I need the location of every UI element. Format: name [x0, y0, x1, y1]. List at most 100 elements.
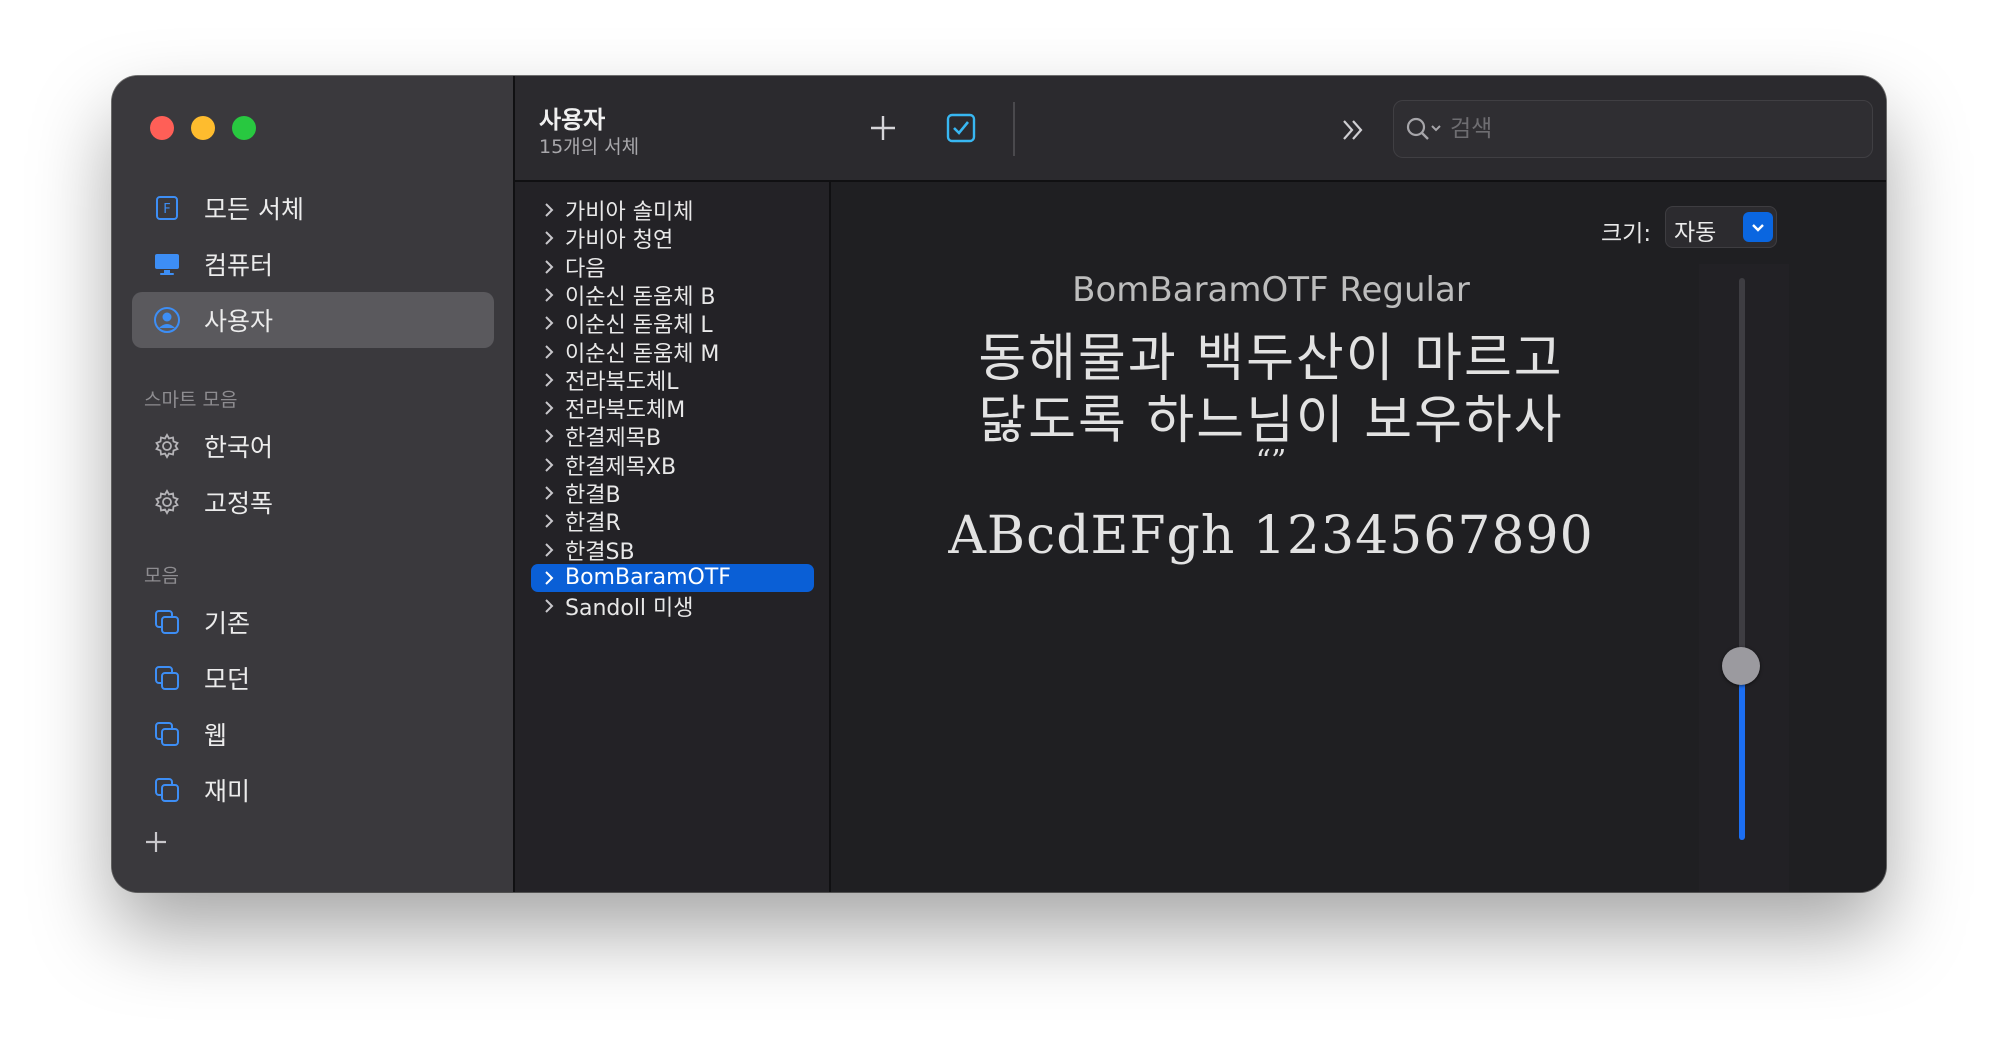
- sidebar-item-modern[interactable]: 모던: [132, 650, 494, 706]
- add-collection-button[interactable]: [142, 828, 170, 856]
- search-icon: [1402, 113, 1448, 145]
- chevron-right-icon[interactable]: [537, 255, 561, 279]
- font-family-label: 한결제목XB: [565, 454, 677, 480]
- close-button[interactable]: [150, 116, 174, 140]
- sidebar-item-computer[interactable]: 컴퓨터: [132, 236, 494, 292]
- chevron-right-icon[interactable]: [537, 283, 561, 307]
- font-count: 15개의 서체: [539, 136, 640, 158]
- sidebar-item-label: 고정폭: [204, 489, 274, 518]
- sidebar-item-web[interactable]: 웹: [132, 706, 494, 762]
- checkbox-icon: [946, 113, 976, 143]
- font-family-row[interactable]: 한결SB: [531, 536, 814, 565]
- sidebar: F 모든 서체 컴퓨터 사용자 스마트 모음 한국어 고정폭 모음 기존 모던 …: [112, 76, 515, 892]
- sidebar-item-label: 사용자: [204, 307, 274, 336]
- font-family-label: 다음: [565, 256, 606, 282]
- font-family-label: 가비아 청연: [565, 228, 674, 254]
- more-toolbar-button[interactable]: [1337, 114, 1369, 146]
- chevron-right-icon[interactable]: [537, 453, 561, 477]
- sidebar-item-label: 모든 서체: [204, 195, 304, 224]
- font-family-row[interactable]: 전라북도체M: [531, 394, 814, 423]
- font-family-row[interactable]: BomBaramOTF: [531, 563, 814, 592]
- search-field[interactable]: [1393, 100, 1873, 158]
- font-family-row[interactable]: Sandoll 미생: [531, 592, 814, 622]
- chevron-right-icon[interactable]: [537, 340, 561, 364]
- sidebar-item-fun[interactable]: 재미: [132, 762, 494, 818]
- chevron-down-icon: [1743, 212, 1773, 242]
- minimize-button[interactable]: [191, 116, 215, 140]
- collection-icon: [152, 607, 182, 637]
- font-family-row[interactable]: 가비아 청연: [531, 224, 814, 254]
- size-select[interactable]: 자동: [1665, 206, 1777, 248]
- font-list: 가비아 솔미체가비아 청연 다음 이순신 돋움체 B 이순신 돋움체 L 이순신 돋움체…: [515, 182, 831, 892]
- chevron-right-icon[interactable]: [537, 594, 561, 618]
- size-label: 크기:: [1601, 221, 1652, 247]
- sidebar-item-korean[interactable]: 한국어: [132, 418, 494, 474]
- sidebar-item-monospace[interactable]: 고정폭: [132, 474, 494, 530]
- preview-sample-line: ABcdEFgh 1234567890: [948, 506, 1594, 566]
- font-preview: 크기: 자동 BomBaramOTF Regular 동해물과 백두산이 마르고…: [831, 182, 1886, 892]
- font-family-label: Sandoll 미생: [565, 596, 694, 622]
- font-family-row[interactable]: 한결제목B: [531, 422, 814, 452]
- font-family-row[interactable]: 이순신 돋움체 L: [531, 309, 814, 339]
- sidebar-item-label: 기존: [204, 609, 251, 638]
- sidebar-item-label: 한국어: [204, 433, 274, 462]
- font-family-row[interactable]: 가비아 솔미체: [531, 196, 814, 225]
- sidebar-item-label: 웹: [204, 721, 228, 750]
- chevron-right-icon[interactable]: [537, 396, 561, 420]
- font-book-window: F 모든 서체 컴퓨터 사용자 스마트 모음 한국어 고정폭 모음 기존 모던 …: [112, 76, 1886, 892]
- preview-sample-quote: “”: [1255, 444, 1287, 479]
- plus-icon: [146, 832, 166, 852]
- chevron-right-icon[interactable]: [537, 509, 561, 533]
- chevron-right-icon[interactable]: [537, 481, 561, 505]
- toolbar-divider: [1013, 102, 1015, 156]
- font-family-row[interactable]: 한결B: [531, 479, 814, 508]
- computer-icon: [152, 249, 182, 279]
- collection-icon: [152, 719, 182, 749]
- toolbar: 사용자 15개의 서체: [515, 76, 1886, 182]
- chevron-right-icon[interactable]: [537, 538, 561, 562]
- validate-font-button[interactable]: [945, 112, 977, 144]
- gear-icon: [152, 431, 182, 461]
- font-family-row[interactable]: 이순신 돋움체 B: [531, 281, 814, 310]
- chevron-right-icon[interactable]: [537, 198, 561, 222]
- collection-icon: [152, 663, 182, 693]
- font-family-label: 이순신 돋움체 L: [565, 313, 713, 339]
- size-select-value: 자동: [1674, 220, 1717, 246]
- search-input[interactable]: [1448, 115, 1832, 143]
- font-family-row[interactable]: 한결R: [531, 507, 814, 537]
- chevron-right-icon[interactable]: [537, 424, 561, 448]
- font-family-label: BomBaramOTF: [565, 565, 731, 591]
- sidebar-list: F 모든 서체 컴퓨터 사용자 스마트 모음 한국어 고정폭 모음 기존 모던 …: [132, 180, 494, 818]
- sidebar-item-label: 컴퓨터: [204, 251, 274, 280]
- collections-header: 모음: [144, 565, 179, 587]
- chevron-right-icon[interactable]: [537, 226, 561, 250]
- size-slider-fill: [1739, 665, 1745, 840]
- user-icon: [152, 305, 182, 335]
- page-title: 사용자: [539, 106, 606, 134]
- font-family-label: 이순신 돋움체 B: [565, 284, 716, 310]
- font-family-row[interactable]: 한결제목XB: [531, 451, 814, 480]
- sidebar-item-classic[interactable]: 기존: [132, 594, 494, 650]
- chevron-right-icon[interactable]: [537, 368, 561, 392]
- add-font-button[interactable]: [867, 112, 899, 144]
- font-family-label: 한결제목B: [565, 426, 662, 452]
- font-family-label: 한결R: [565, 511, 621, 537]
- svg-text:F: F: [163, 202, 170, 217]
- chevron-right-icon[interactable]: [537, 566, 561, 590]
- plus-icon: [871, 116, 895, 140]
- sidebar-item-all-fonts[interactable]: F 모든 서체: [132, 180, 494, 236]
- font-family-row[interactable]: 다음: [531, 253, 814, 282]
- chevron-right-icon[interactable]: [537, 311, 561, 335]
- size-slider-knob[interactable]: [1722, 646, 1760, 685]
- font-family-label: 가비아 솔미체: [565, 200, 694, 225]
- font-family-label: 한결B: [565, 483, 621, 508]
- preview-sample-line: 닳도록 하느님이 보우하사: [978, 391, 1564, 451]
- smart-collections-header: 스마트 모음: [144, 389, 238, 411]
- window-controls: [150, 116, 256, 140]
- font-family-row[interactable]: 전라북도체L: [531, 366, 814, 395]
- double-chevron-right-icon: [1343, 120, 1363, 140]
- font-family-row[interactable]: 이순신 돋움체 M: [531, 338, 814, 367]
- sidebar-item-user[interactable]: 사용자: [132, 292, 494, 348]
- font-book-icon: F: [152, 193, 182, 223]
- zoom-button[interactable]: [232, 116, 256, 140]
